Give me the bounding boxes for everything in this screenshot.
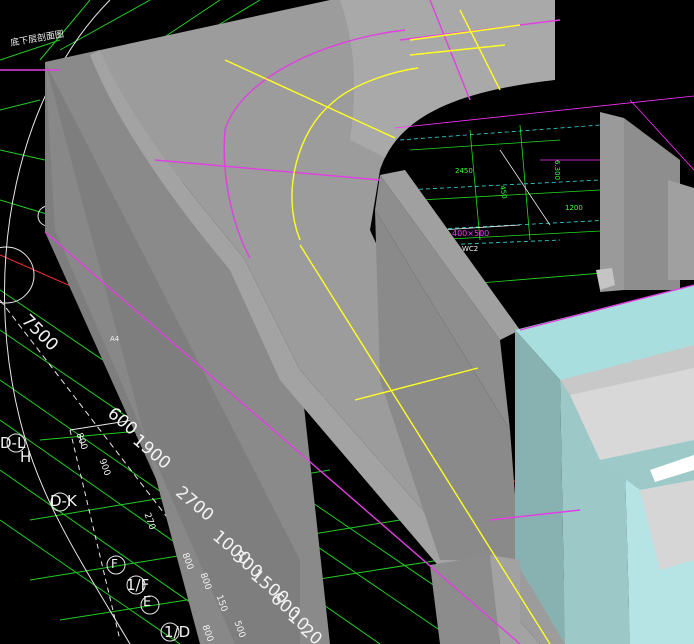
axis-label-h: H [20,448,32,466]
axis-label-1f: 1/F [126,576,150,594]
plan-label-3: 450 [498,184,509,200]
axis-label-f: F [111,557,118,571]
plan-label-5: WC2 [462,245,479,253]
axis-label-1d: 1/D [164,623,191,641]
axis-label-dk: D-K [50,492,77,510]
glass-slab [515,285,694,644]
cad-3d-viewport[interactable]: 底下层剖面图 7500 600 1900 2700 1000 500 1500 … [0,0,694,644]
lower-wall [430,555,520,644]
plan-label-2: 400×500 [452,229,490,238]
plan-label-1: 2450 [455,167,473,175]
plan-label-4: 6.300 [553,160,561,181]
plan-label-6: 1200 [565,204,583,212]
model-scene[interactable] [0,0,694,644]
axis-label-a4: A4 [110,335,120,343]
axis-label-e: E [143,595,152,610]
